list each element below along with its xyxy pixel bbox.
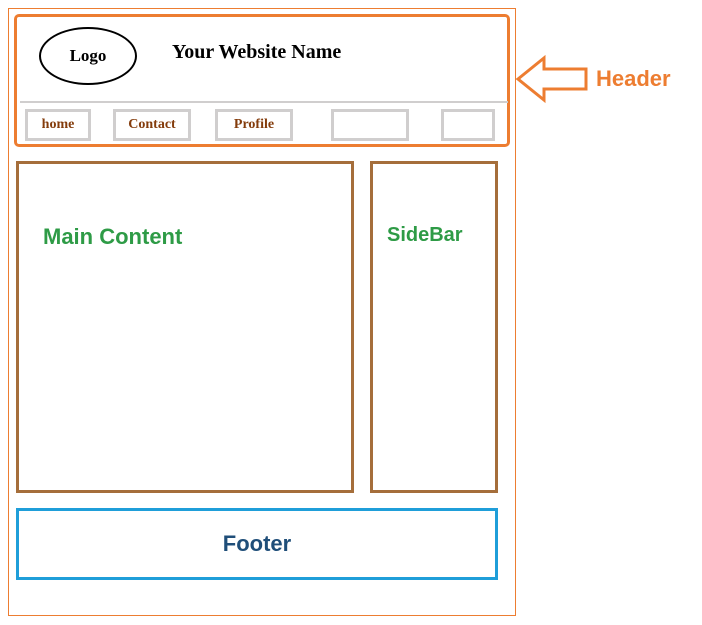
sidebar-region: SideBar — [370, 161, 498, 493]
sidebar-label: SideBar — [387, 224, 463, 247]
callout-header-label: Header — [596, 66, 671, 92]
footer-label: Footer — [223, 531, 291, 557]
nav-item-contact[interactable]: Contact — [113, 109, 191, 141]
main-content-label: Main Content — [43, 224, 182, 250]
main-content-region: Main Content — [16, 161, 354, 493]
footer-region: Footer — [16, 508, 498, 580]
nav-item-placeholder-2[interactable] — [441, 109, 495, 141]
arrow-left-icon — [516, 54, 588, 104]
header-region: Logo Your Website Name home Contact Prof… — [14, 14, 510, 147]
nav-divider — [20, 101, 508, 103]
nav-item-profile[interactable]: Profile — [215, 109, 293, 141]
nav-item-home[interactable]: home — [25, 109, 91, 141]
logo-placeholder: Logo — [39, 27, 137, 85]
site-title: Your Website Name — [172, 41, 341, 64]
nav-item-placeholder-1[interactable] — [331, 109, 409, 141]
logo-label: Logo — [70, 46, 107, 66]
